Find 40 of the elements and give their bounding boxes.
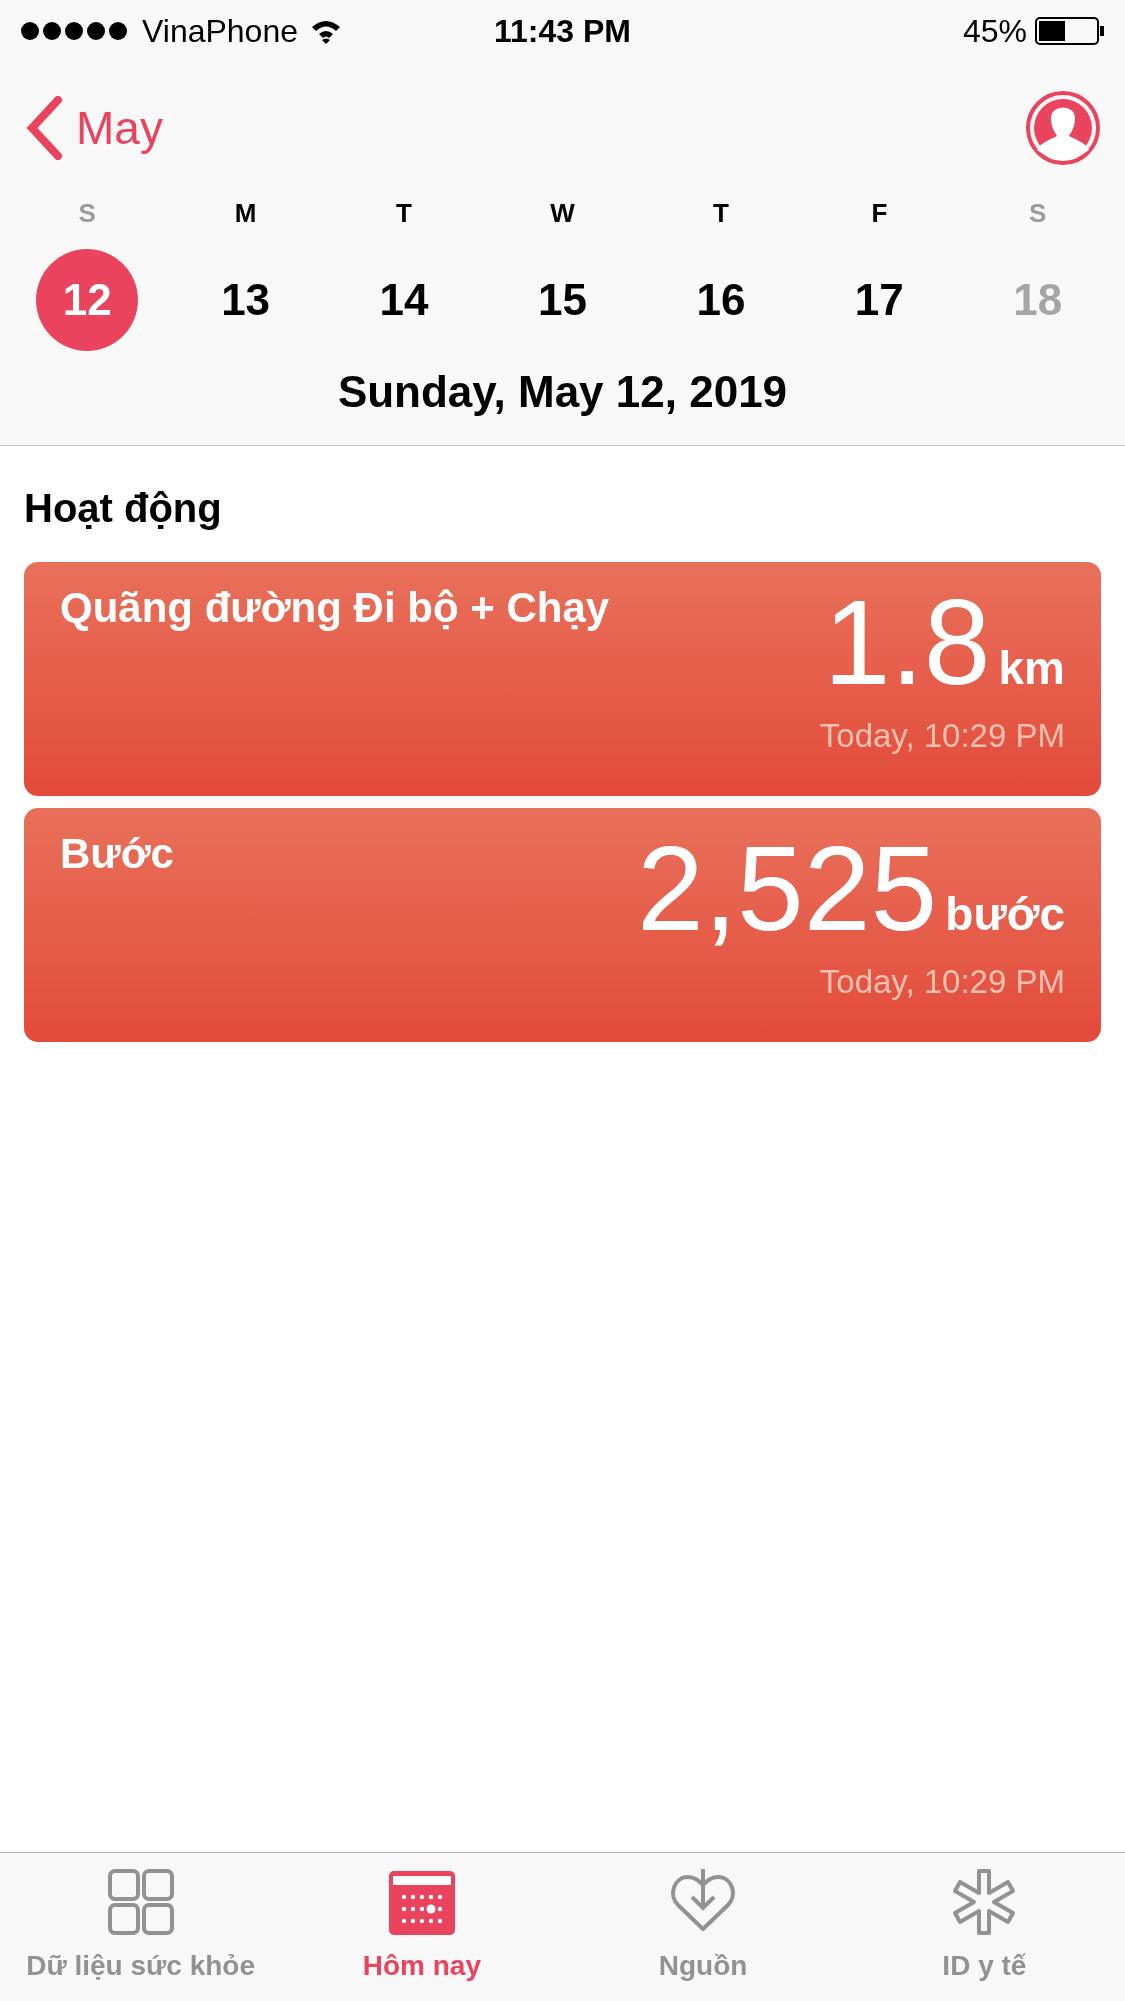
card-title: Bước [60,829,174,879]
card-value: 1.8 [823,582,991,702]
activity-card[interactable]: Bước 2,525 bước Today, 10:29 PM [24,808,1101,1042]
weekday-label: W [550,197,575,230]
weekday-label: F [871,197,888,230]
selected-date: Sunday, May 12, 2019 [336,366,789,418]
card-unit: bước [945,887,1065,942]
weekday-label: T [712,197,729,230]
tab-item[interactable]: ID y tế [843,1853,1125,2001]
weekday-label: T [396,197,412,230]
back-chevron-icon [24,96,64,160]
card-value: 2,525 [637,828,938,948]
profile-icon[interactable] [1025,90,1101,166]
grid-icon [105,1867,176,1937]
weekday-label: S [1029,197,1047,230]
date-button[interactable]: 12 [36,249,139,351]
back-button[interactable]: May [24,93,163,163]
weekday-label: M [234,197,257,230]
battery-icon [1035,16,1105,46]
wifi-icon [310,18,342,44]
weekday-label: S [78,197,96,230]
tab-item[interactable]: Nguồn [562,1853,844,2001]
card-title: Quãng đường Đi bộ + Chạy [60,583,610,633]
section-title: Hoạt động [24,485,223,532]
signal-icon [20,21,130,41]
battery-percent: 45% [962,12,1027,51]
tab-item[interactable]: Hôm nay [281,1853,563,2001]
date-button[interactable]: 15 [511,249,614,351]
status-time: 11:43 PM [494,12,631,51]
card-time: Today, 10:29 PM [819,962,1065,1002]
tab-item[interactable]: Dữ liệu sức khỏe [0,1853,282,2001]
date-button[interactable]: 18 [986,249,1089,351]
date-button[interactable]: 16 [669,249,772,351]
date-button[interactable]: 13 [194,249,297,351]
card-time: Today, 10:29 PM [819,716,1065,756]
carrier-name: VinaPhone [142,12,298,51]
date-button[interactable]: 17 [828,249,931,351]
date-button[interactable]: 14 [353,249,456,351]
activity-card[interactable]: Quãng đường Đi bộ + Chạy 1.8 km Today, 10:29 PM [24,562,1101,796]
card-unit: km [998,641,1065,696]
